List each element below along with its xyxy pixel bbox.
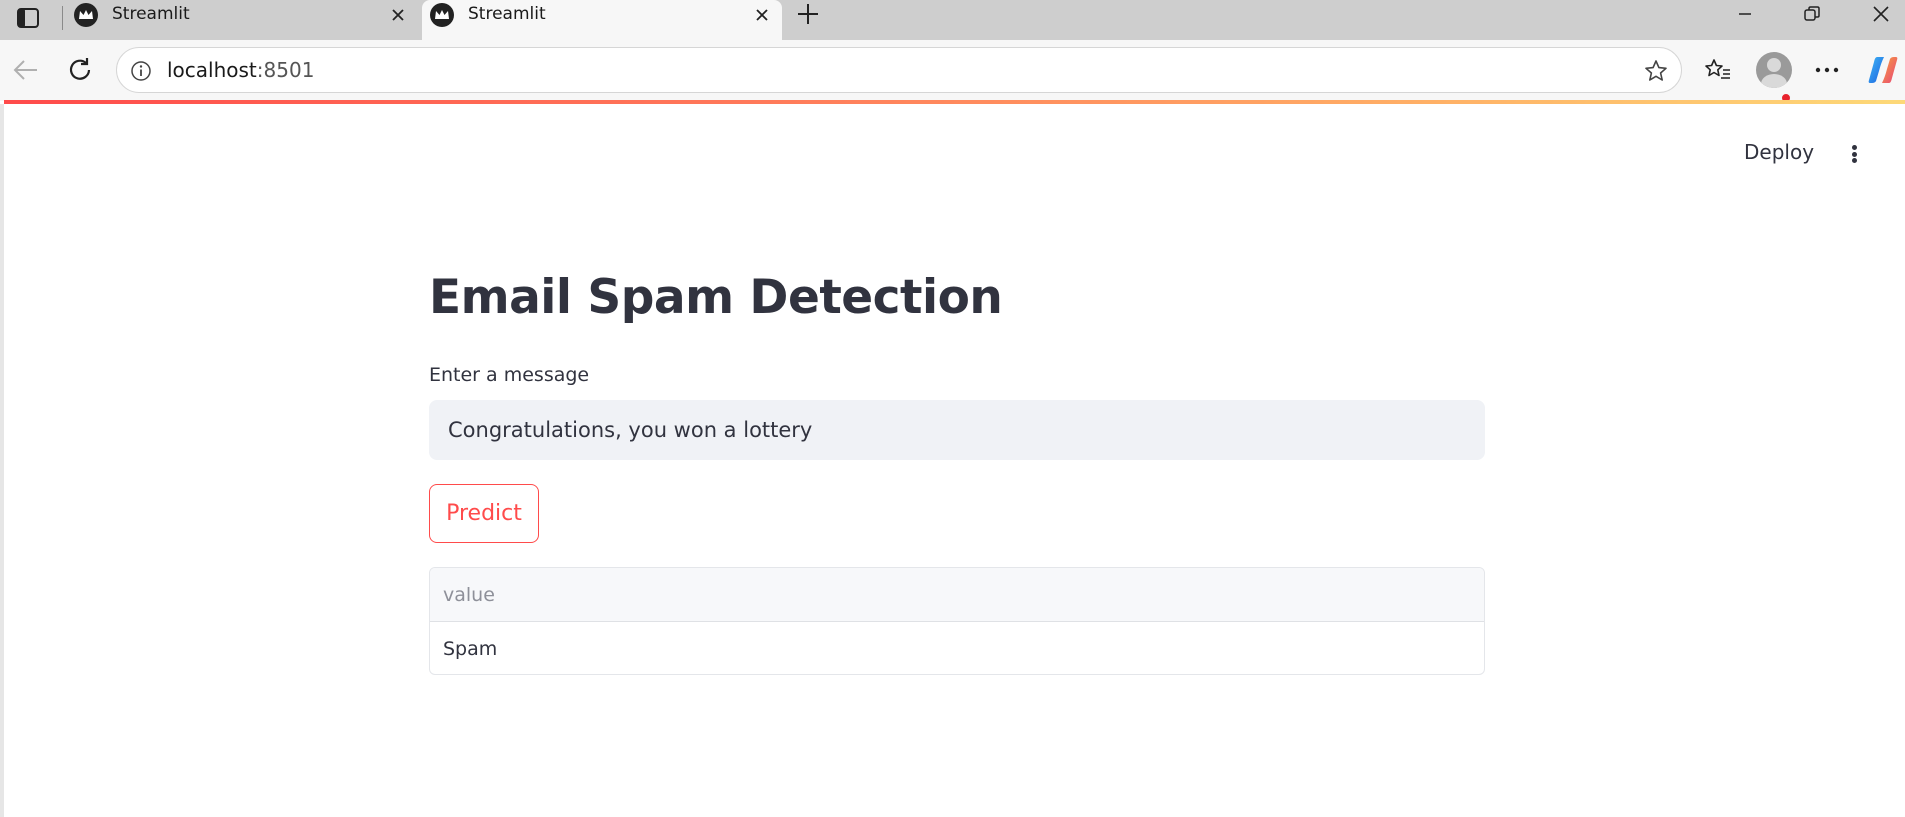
message-input[interactable]: Congratulations, you won a lottery <box>429 400 1485 460</box>
deploy-button[interactable]: Deploy <box>1744 140 1814 164</box>
address-bar[interactable]: localhost:8501 <box>116 47 1682 93</box>
profile-avatar[interactable] <box>1756 52 1792 88</box>
back-icon[interactable] <box>6 50 46 90</box>
message-input-label: Enter a message <box>429 364 590 386</box>
tab-streamlit-2[interactable]: Streamlit <box>422 0 782 40</box>
copilot-icon[interactable] <box>1863 50 1903 90</box>
streamlit-crown-icon <box>430 3 454 27</box>
url-text: localhost:8501 <box>167 58 315 82</box>
table-header-value[interactable]: value <box>430 568 1484 622</box>
close-window-icon[interactable] <box>1859 0 1903 28</box>
browser-toolbar: localhost:8501 <box>0 40 1905 103</box>
close-tab-icon[interactable] <box>386 3 410 27</box>
site-info-icon[interactable] <box>129 59 153 83</box>
page-title: Email Spam Detection <box>429 270 1003 325</box>
app-page <box>0 104 1905 817</box>
predict-button[interactable]: Predict <box>429 484 539 543</box>
more-options-icon[interactable] <box>1807 50 1847 90</box>
restore-icon[interactable] <box>1790 0 1834 28</box>
tab-title: Streamlit <box>112 4 190 24</box>
tab-actions-icon[interactable] <box>12 4 44 32</box>
main-menu-icon[interactable] <box>1846 140 1862 168</box>
refresh-icon[interactable] <box>60 50 100 90</box>
streamlit-crown-icon <box>74 3 98 27</box>
tab-separator <box>62 6 63 30</box>
close-tab-icon[interactable] <box>750 3 774 27</box>
browser-tabstrip: Streamlit Streamlit <box>0 0 1905 40</box>
favorites-icon[interactable] <box>1698 50 1738 90</box>
result-table: value Spam <box>429 567 1485 675</box>
minimize-icon[interactable] <box>1723 0 1767 28</box>
favorite-star-icon[interactable] <box>1643 58 1669 84</box>
tab-streamlit-1[interactable]: Streamlit <box>66 0 418 40</box>
tab-title: Streamlit <box>468 4 546 24</box>
new-tab-icon[interactable] <box>794 0 822 28</box>
table-cell[interactable]: Spam <box>430 622 1484 674</box>
